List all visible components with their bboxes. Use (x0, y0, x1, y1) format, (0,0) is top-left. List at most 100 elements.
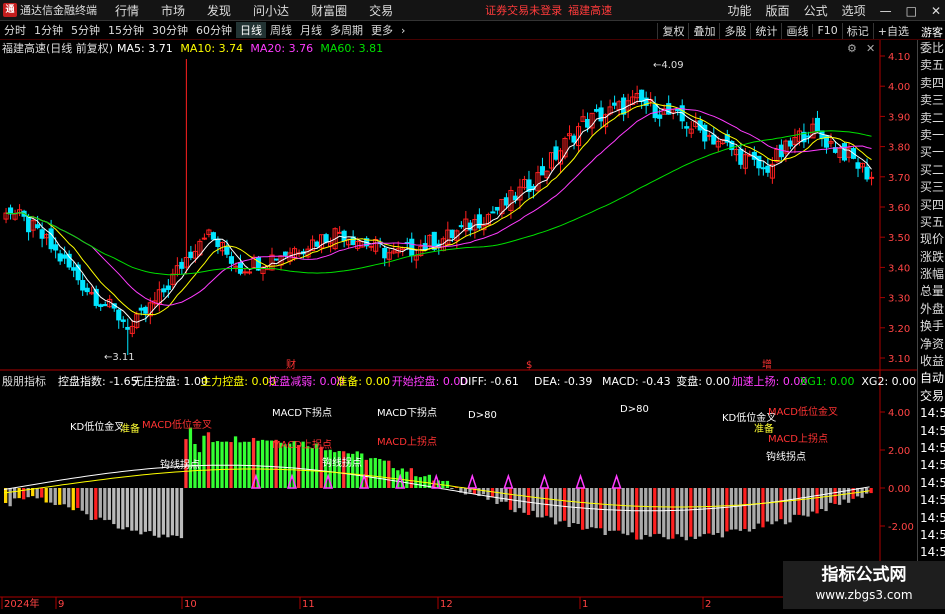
trade-status-notice[interactable]: 证券交易未登录 (485, 2, 562, 18)
side-panel-item[interactable]: 14:56 (918, 544, 945, 561)
macd-bar (76, 488, 80, 508)
menu-function[interactable]: 功能 (728, 2, 752, 19)
side-panel-item[interactable]: 自动 (918, 370, 945, 387)
candle-body (684, 126, 690, 129)
macd-bar (44, 488, 48, 503)
menu-layout[interactable]: 版面 (766, 2, 790, 19)
candle-body (539, 166, 546, 176)
watermark: 指标公式网 www.zbgs3.com (783, 561, 945, 609)
maximize-icon[interactable]: □ (906, 4, 917, 18)
menu-item-ask[interactable]: 问小达 (253, 2, 289, 19)
x-tick-label: 2 (705, 599, 711, 609)
side-panel-item[interactable]: 买五 (918, 214, 945, 231)
x-tick-label: 11 (302, 599, 315, 609)
side-panel-item[interactable]: 14:56 (918, 405, 945, 422)
macd-bar (707, 488, 711, 534)
accumulate-marker (539, 473, 550, 489)
candle-body (765, 165, 771, 173)
tool-multi[interactable]: 多股 (719, 22, 750, 39)
tool-f10[interactable]: F10 (812, 24, 841, 37)
macd-bar (125, 488, 129, 528)
side-panel-item[interactable]: 14:56 (918, 475, 945, 492)
tab-period[interactable]: 分时 (0, 22, 30, 38)
minimize-icon[interactable]: — (880, 4, 892, 18)
tool-overlay[interactable]: 叠加 (688, 22, 719, 39)
side-panel-item[interactable]: 收益 (918, 353, 945, 370)
side-panel-item[interactable]: 涨幅 (918, 266, 945, 283)
menu-options[interactable]: 选项 (842, 2, 866, 19)
tab-period[interactable]: 周线 (266, 22, 296, 38)
side-panel-item[interactable]: 卖四 (918, 75, 945, 92)
side-panel-item[interactable]: 现价 (918, 231, 945, 248)
menu-item-quotes[interactable]: 行情 (115, 2, 139, 19)
side-panel-item[interactable]: 交易 (918, 388, 945, 405)
macd-bar (738, 488, 743, 531)
side-panel-item[interactable]: 外盘 (918, 301, 945, 318)
side-panel-item[interactable]: 换手 (918, 318, 945, 335)
x-tick-label: 10 (184, 599, 197, 609)
tab-period[interactable]: 60分钟 (192, 22, 236, 38)
menu-item-trade[interactable]: 交易 (369, 2, 393, 19)
side-panel-item[interactable]: 涨跌 (918, 249, 945, 266)
macd-bar (756, 488, 761, 524)
side-panel-item[interactable]: 14:56 (918, 527, 945, 544)
side-panel-item[interactable]: 买二 (918, 162, 945, 179)
tool-draw[interactable]: 画线 (781, 22, 812, 39)
macd-bar (175, 488, 179, 536)
chevron-right-icon[interactable]: › (397, 24, 409, 37)
kline-chart[interactable]: 4.10 4.00 3.90 3.80 3.70 3.60 3.50 3.40 3.30 3.20… (0, 40, 917, 609)
side-panel-item[interactable]: 14:56 (918, 510, 945, 527)
login-status[interactable]: 游客 (921, 24, 943, 40)
candle-body (62, 254, 68, 259)
menu-bar: 通 通达信金融终端 行情 市场 发现 问小达 财富圈 交易 证券交易未登录 福建… (0, 0, 945, 21)
side-panel-item[interactable]: 14:56 (918, 457, 945, 474)
side-panel-item[interactable]: 买三 (918, 179, 945, 196)
side-panel-item[interactable]: 14:56 (918, 492, 945, 509)
macd-bar (576, 488, 580, 524)
tool-mark[interactable]: 标记 (841, 22, 873, 39)
tab-more[interactable]: 更多 (367, 22, 397, 38)
menu-item-market[interactable]: 市场 (161, 2, 185, 19)
menu-item-wealth[interactable]: 财富圈 (311, 2, 347, 19)
tab-period[interactable]: 15分钟 (104, 22, 148, 38)
candle-body (639, 89, 645, 102)
candle-body (657, 114, 663, 119)
side-panel-item[interactable]: 14:56 (918, 440, 945, 457)
tab-period[interactable]: 5分钟 (67, 22, 104, 38)
close-icon[interactable]: ✕ (931, 4, 941, 18)
menu-item-discover[interactable]: 发现 (207, 2, 231, 19)
side-panel-item[interactable]: 买一 (918, 144, 945, 161)
tab-period[interactable]: 月线 (296, 22, 326, 38)
y-tick-label: -2.00 (888, 522, 914, 533)
event-marker: 增 (762, 358, 772, 371)
side-panel-item[interactable]: 净资 (918, 336, 945, 353)
tool-adjust[interactable]: 复权 (657, 22, 688, 39)
side-panel-item[interactable]: 总量 (918, 283, 945, 300)
side-panel-item[interactable]: 14:56 (918, 423, 945, 440)
tab-period[interactable]: 多周期 (326, 22, 367, 38)
macd-bar (788, 488, 792, 523)
side-panel-item[interactable]: 卖三 (918, 92, 945, 109)
macd-bar (562, 488, 567, 521)
add-watchlist-button[interactable]: +自选 (872, 22, 913, 39)
indicator-value: 加速上扬: 0.00 (732, 374, 808, 388)
side-panel-item[interactable]: 买四 (918, 197, 945, 214)
side-panel-item[interactable]: 卖一 (918, 127, 945, 144)
side-panel-item[interactable]: 卖五 (918, 57, 945, 74)
tab-period[interactable]: 1分钟 (30, 22, 67, 38)
tool-stats[interactable]: 统计 (750, 22, 781, 39)
side-panel-item[interactable]: 卖二 (918, 110, 945, 127)
macd-bar (139, 488, 143, 535)
macd-bar (599, 488, 603, 529)
macd-bar (85, 488, 89, 515)
candle-body (841, 143, 848, 161)
side-panel-item[interactable]: 委比 (918, 40, 945, 57)
tab-period-daily[interactable]: 日线 (236, 22, 266, 38)
menu-formula[interactable]: 公式 (804, 2, 828, 19)
candle-body (864, 166, 870, 180)
candle-body (201, 237, 207, 240)
macd-bar (373, 457, 377, 488)
macd-bar (761, 488, 765, 528)
tab-period[interactable]: 30分钟 (148, 22, 192, 38)
macd-bar (549, 488, 553, 518)
